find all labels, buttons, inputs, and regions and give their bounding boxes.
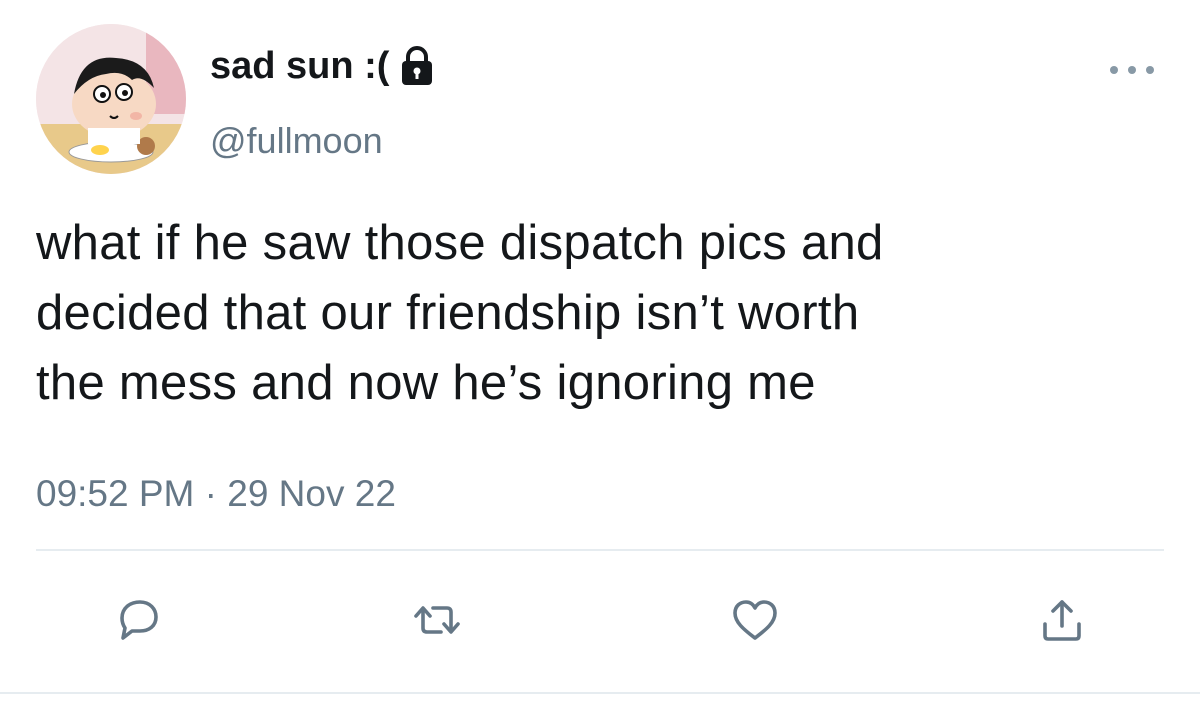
heart-icon: [733, 600, 777, 640]
display-name-row[interactable]: sad sun :(: [210, 38, 437, 94]
reply-button[interactable]: [108, 590, 168, 650]
divider: [0, 692, 1200, 694]
retweet-icon: [414, 606, 460, 634]
lock-icon: [397, 44, 437, 88]
share-icon: [1043, 600, 1081, 641]
more-dots-icon: [1110, 66, 1118, 74]
display-name[interactable]: sad sun :(: [210, 38, 389, 94]
more-dots-icon: [1146, 66, 1154, 74]
divider: [36, 549, 1164, 551]
more-options-button[interactable]: [1110, 58, 1154, 82]
tweet-text: what if he saw those dispatch pics and d…: [36, 216, 884, 410]
avatar[interactable]: [36, 24, 186, 174]
avatar-cartoon-image: [36, 24, 186, 174]
retweet-button[interactable]: [407, 590, 467, 650]
like-button[interactable]: [725, 590, 785, 650]
share-button[interactable]: [1032, 590, 1092, 650]
tweet-actions-bar: [0, 590, 1200, 650]
tweet-timestamp[interactable]: 09:52 PM · 29 Nov 22: [36, 466, 396, 522]
more-dots-icon: [1128, 66, 1136, 74]
user-handle[interactable]: @fullmoon: [210, 114, 383, 168]
reply-bubble-icon: [120, 600, 158, 640]
